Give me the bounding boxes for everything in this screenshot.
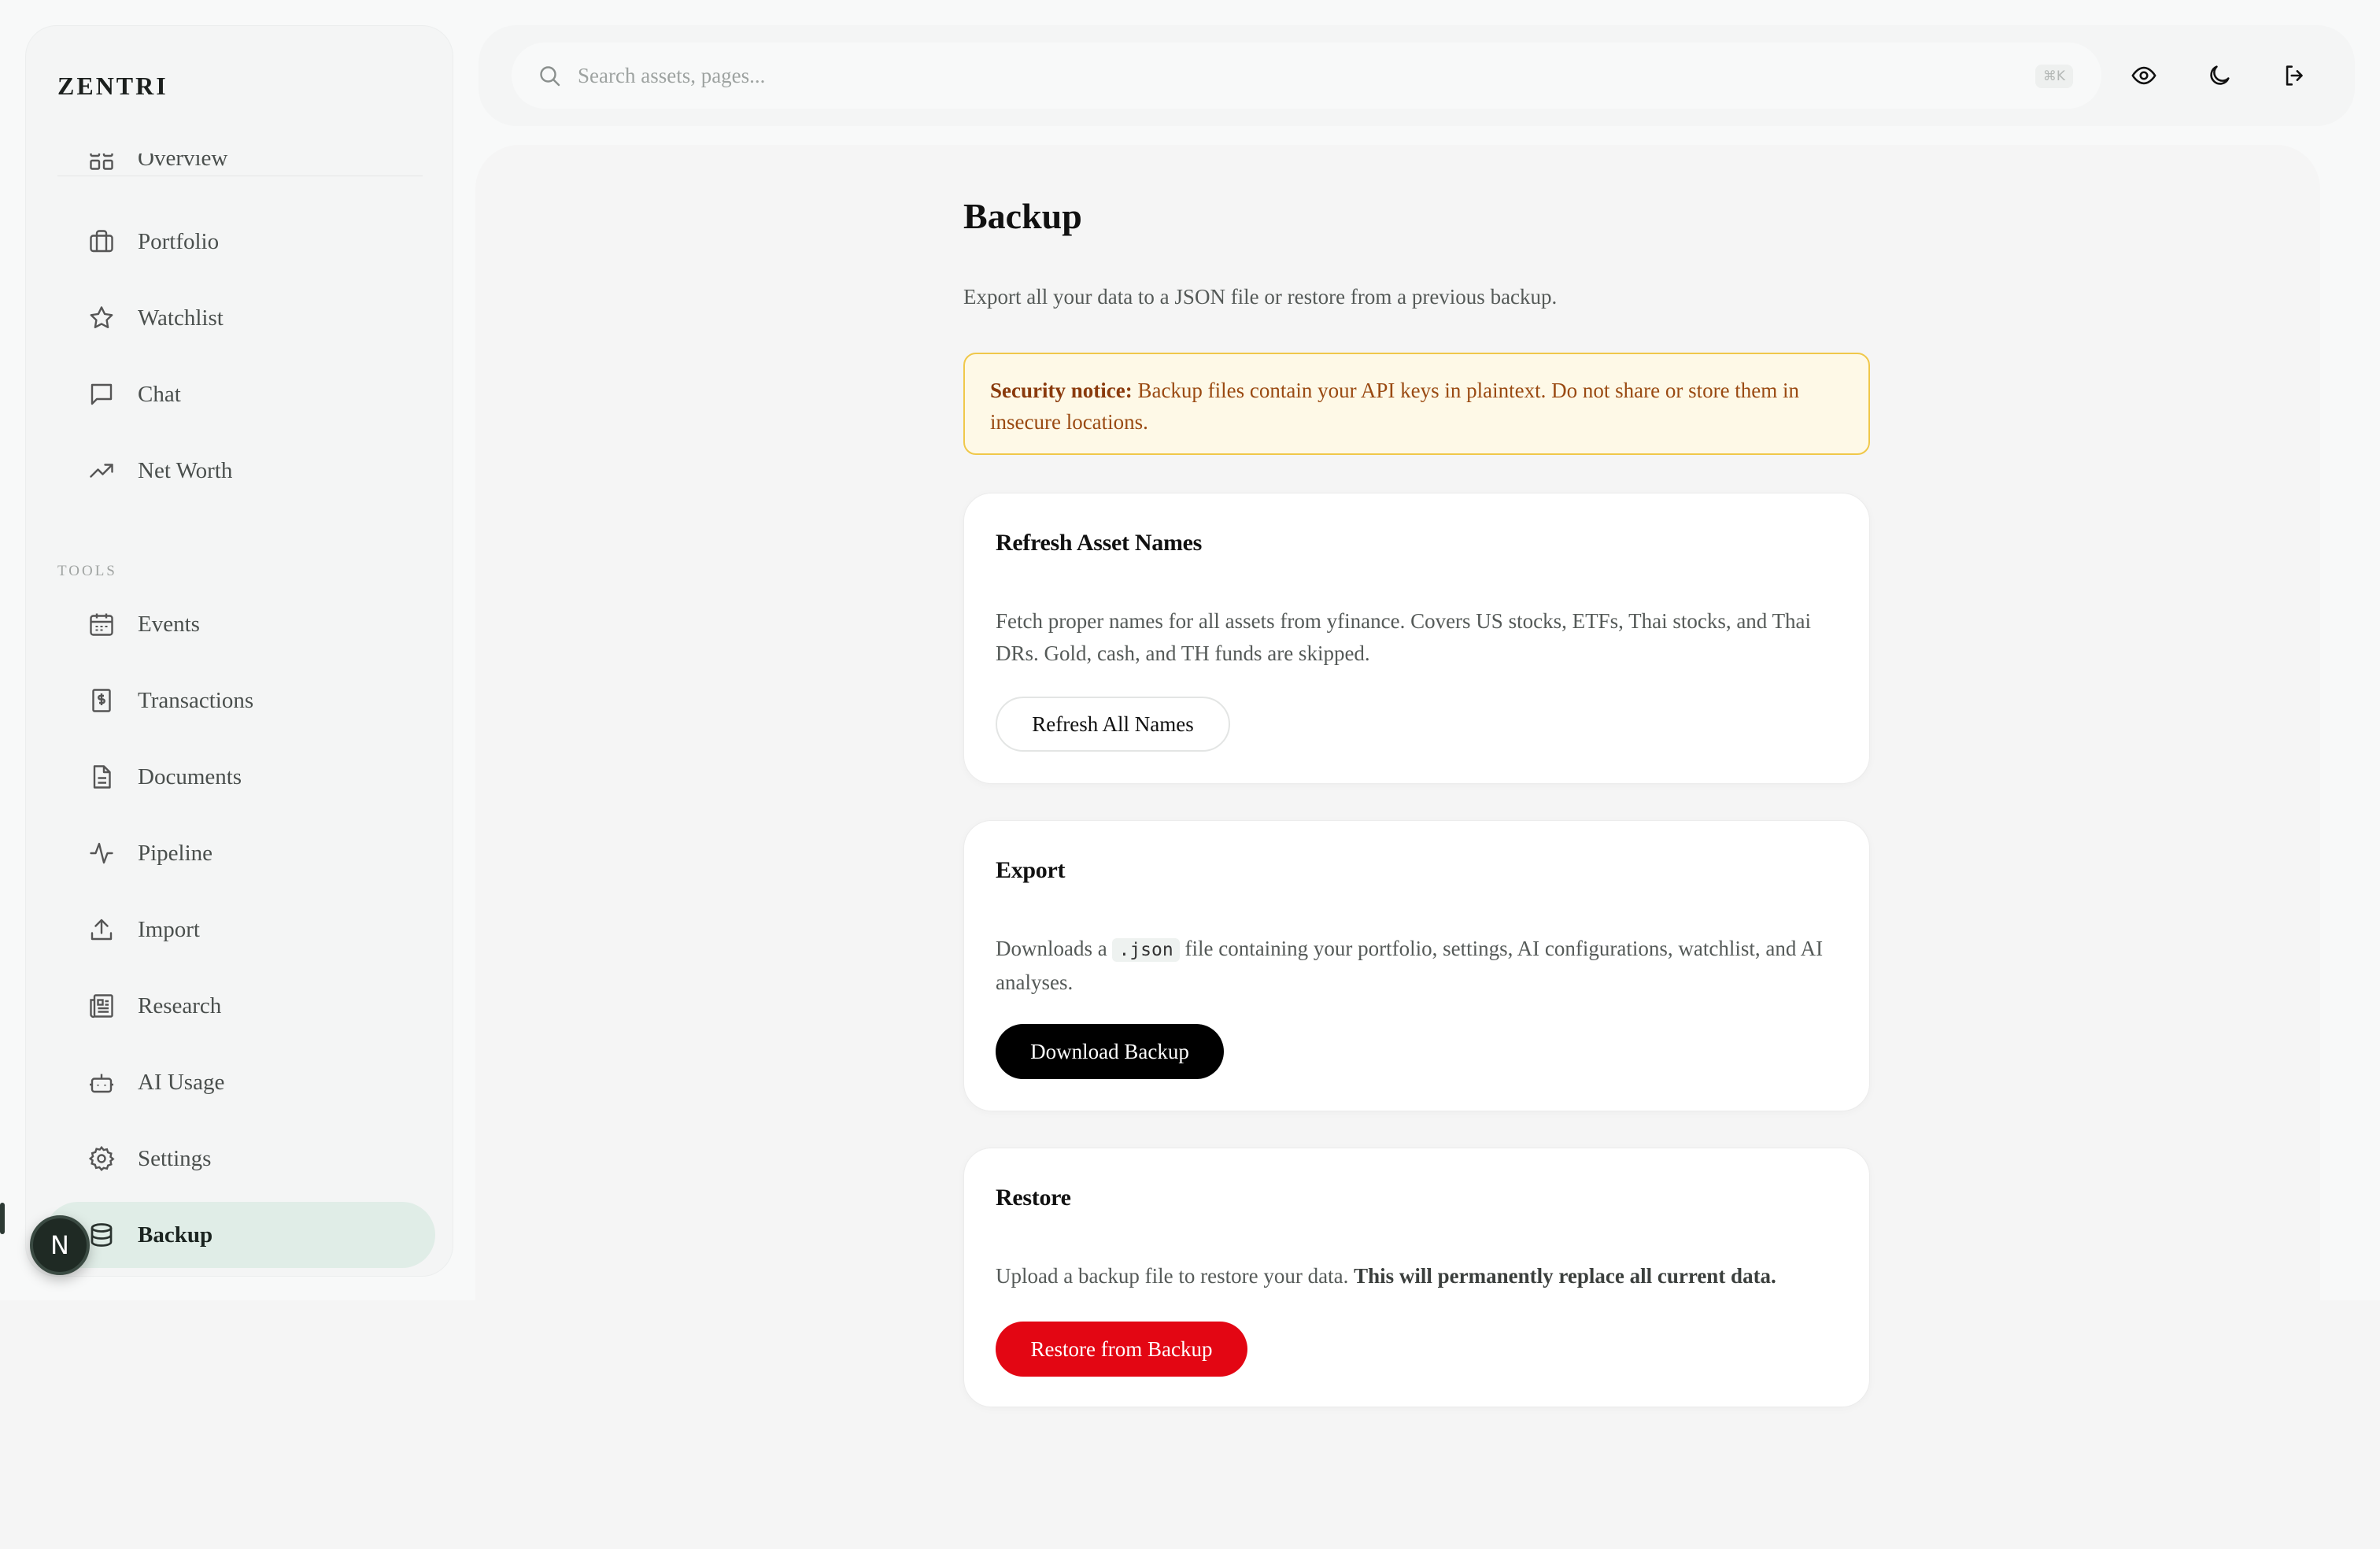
sidebar-item-documents[interactable]: Documents — [45, 744, 435, 810]
card-description: Upload a backup file to restore your dat… — [996, 1260, 1838, 1292]
sidebar-item-net-worth[interactable]: Net Worth — [45, 438, 435, 504]
restore-card: Restore Upload a backup file to restore … — [963, 1148, 1870, 1407]
card-title: Refresh Asset Names — [996, 530, 1203, 556]
calendar-icon — [87, 610, 116, 638]
sidebar-item-label: Overview — [138, 153, 228, 171]
trending-up-icon — [87, 457, 116, 485]
page-description: Export all your data to a JSON file or r… — [963, 285, 1558, 309]
card-description: Fetch proper names for all assets from y… — [996, 609, 1812, 665]
refresh-all-names-button[interactable]: Refresh All Names — [996, 697, 1230, 752]
sidebar-item-label: Import — [138, 916, 200, 942]
privacy-toggle-button[interactable] — [2125, 57, 2163, 94]
sidebar-item-label: Events — [138, 611, 200, 637]
json-code: .json — [1112, 938, 1180, 962]
active-indicator — [0, 1203, 5, 1234]
notice-title: Security notice: — [990, 379, 1133, 402]
sidebar-nav[interactable]: Overview Portfolio Watchlist Chat Net Wo… — [26, 153, 453, 1271]
sidebar-item-pipeline[interactable]: Pipeline — [45, 820, 435, 886]
sidebar-item-chat[interactable]: Chat — [45, 361, 435, 427]
card-title: Restore — [996, 1185, 1071, 1211]
sidebar-item-label: Backup — [138, 1222, 213, 1248]
sidebar-item-transactions[interactable]: Transactions — [45, 667, 435, 734]
sidebar-item-label: AI Usage — [138, 1069, 225, 1095]
card-description: Downloads a .json file containing your p… — [996, 933, 1838, 999]
activity-icon — [87, 839, 116, 867]
sidebar-item-label: Transactions — [138, 687, 254, 713]
sidebar-item-label: Chat — [138, 381, 181, 407]
download-backup-button[interactable]: Download Backup — [996, 1024, 1224, 1079]
receipt-icon — [87, 686, 116, 715]
theme-toggle-button[interactable] — [2201, 57, 2238, 94]
sidebar-item-label: Documents — [138, 763, 242, 789]
sidebar-item-settings[interactable]: Settings — [45, 1126, 435, 1192]
eye-icon — [2131, 62, 2157, 89]
sidebar: ZENTRI Overview Portfolio Watchlist Chat… — [25, 25, 453, 1277]
avatar[interactable]: N — [30, 1215, 90, 1275]
file-icon — [87, 763, 116, 791]
sidebar-item-events[interactable]: Events — [45, 591, 435, 657]
database-icon — [87, 1221, 116, 1249]
sidebar-item-import[interactable]: Import — [45, 896, 435, 963]
sidebar-item-ai-usage[interactable]: AI Usage — [45, 1049, 435, 1115]
restore-warning: This will permanently replace all curren… — [1354, 1264, 1776, 1288]
sidebar-item-label: Watchlist — [138, 305, 224, 331]
shortcut-badge: ⌘K — [2034, 65, 2073, 88]
refresh-names-card: Refresh Asset Names Fetch proper names f… — [963, 493, 1870, 784]
security-notice: Security notice: Backup files contain yo… — [963, 353, 1870, 455]
section-label-tools: TOOLS — [57, 563, 117, 579]
sidebar-item-label: Research — [138, 993, 222, 1018]
restore-from-backup-button[interactable]: Restore from Backup — [996, 1322, 1247, 1377]
logout-icon — [2282, 62, 2308, 89]
gear-icon — [87, 1144, 116, 1173]
star-icon — [87, 304, 116, 332]
search-input[interactable] — [578, 43, 1994, 109]
bot-icon — [87, 1068, 116, 1096]
sidebar-item-watchlist[interactable]: Watchlist — [45, 285, 435, 351]
sidebar-item-portfolio[interactable]: Portfolio — [45, 209, 435, 275]
search-icon — [535, 61, 564, 90]
search-bar[interactable]: ⌘K — [512, 43, 2101, 109]
sidebar-item-backup[interactable]: Backup — [45, 1202, 435, 1268]
sidebar-item-research[interactable]: Research — [45, 973, 435, 1039]
logout-button[interactable] — [2276, 57, 2314, 94]
newspaper-icon — [87, 992, 116, 1020]
card-title: Export — [996, 857, 1066, 883]
sidebar-item-label: Portfolio — [138, 228, 220, 254]
page-title: Backup — [963, 196, 1082, 236]
brand-logo: ZENTRI — [57, 72, 168, 100]
briefcase-icon — [87, 227, 116, 256]
topbar: ⌘K — [479, 25, 2355, 126]
sidebar-item-label: Pipeline — [138, 840, 213, 866]
moon-icon — [2206, 62, 2233, 89]
sidebar-item-label: Net Worth — [138, 457, 233, 483]
grid-icon — [87, 153, 116, 172]
sidebar-item-overview[interactable]: Overview — [45, 153, 435, 191]
restore-text: Upload a backup file to restore your dat… — [996, 1264, 1354, 1288]
sidebar-item-label: Settings — [138, 1145, 212, 1171]
message-icon — [87, 380, 116, 409]
export-card: Export Downloads a .json file containing… — [963, 820, 1870, 1111]
text-before: Downloads a — [996, 937, 1113, 960]
upload-icon — [87, 915, 116, 944]
